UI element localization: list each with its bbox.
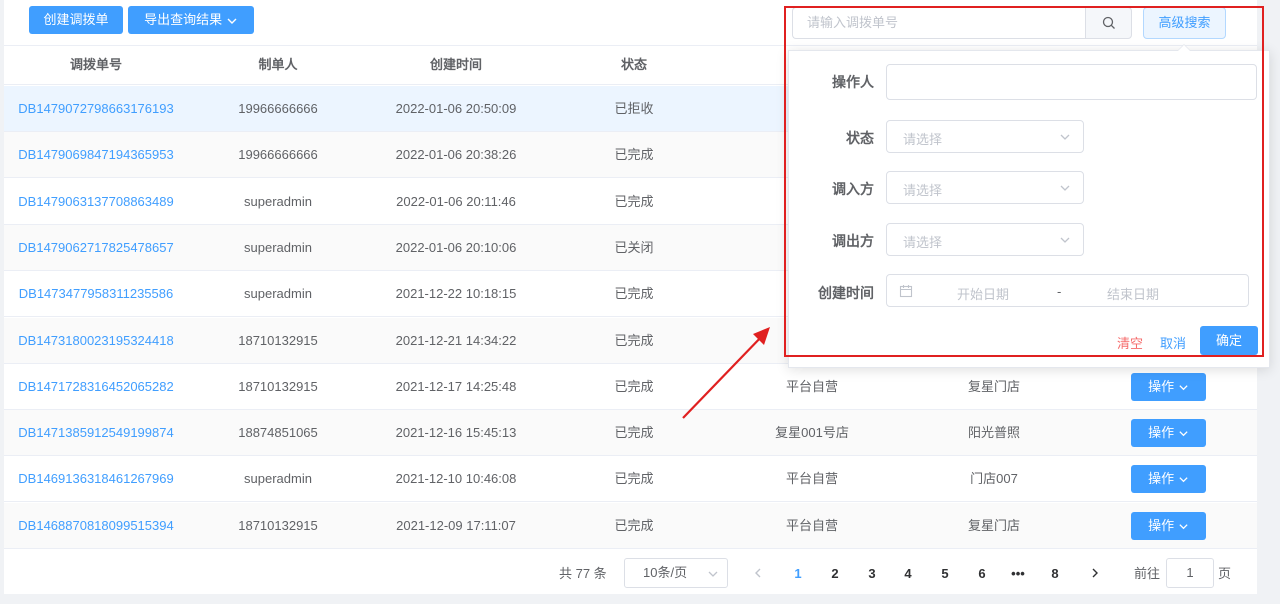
annotation-arrow: [682, 327, 770, 419]
